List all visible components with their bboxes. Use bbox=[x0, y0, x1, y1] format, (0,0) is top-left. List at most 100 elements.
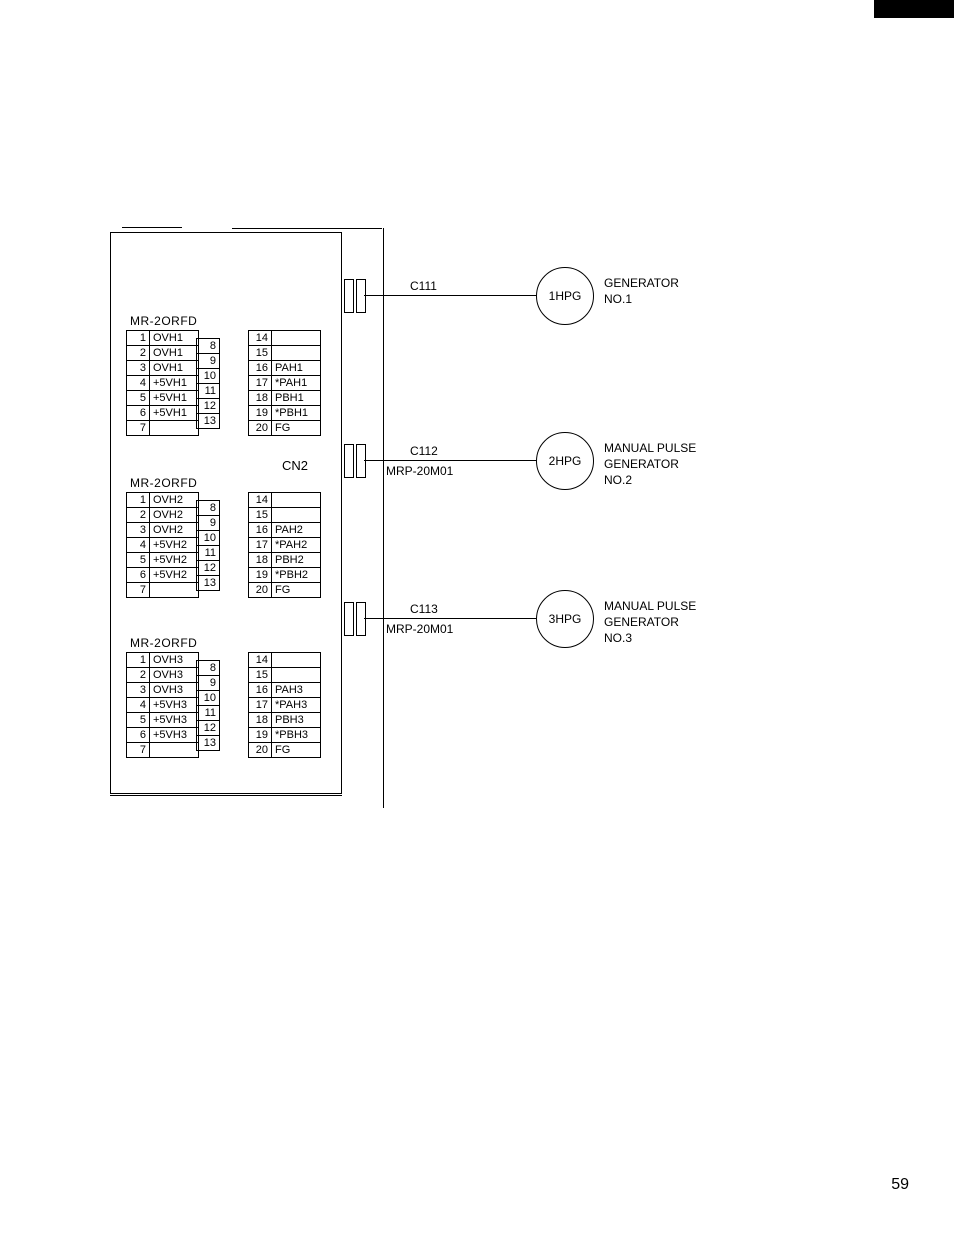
connector-title: MR-2ORFD bbox=[130, 314, 197, 328]
pin-number: 4 bbox=[127, 698, 150, 713]
pin-number: 20 bbox=[249, 583, 272, 598]
pin-number: 10 bbox=[197, 369, 220, 384]
pin-table-c: 141516PAH217*PAH218PBH219*PBH220FG bbox=[248, 492, 321, 598]
pin-number: 14 bbox=[249, 493, 272, 508]
pin-signal: *PBH1 bbox=[272, 406, 321, 421]
pin-number: 16 bbox=[249, 361, 272, 376]
pin-signal: FG bbox=[272, 421, 321, 436]
pin-table-b: 8910111213 bbox=[196, 338, 220, 429]
pin-table-c: 141516PAH317*PAH318PBH319*PBH320FG bbox=[248, 652, 321, 758]
pin-signal: *PAH2 bbox=[272, 538, 321, 553]
pin-number: 1 bbox=[127, 653, 150, 668]
pin-number: 2 bbox=[127, 668, 150, 683]
pin-number: 1 bbox=[127, 331, 150, 346]
plug-icon bbox=[356, 444, 366, 478]
pin-signal bbox=[272, 668, 321, 683]
pin-table-c: 141516PAH117*PAH118PBH119*PBH120FG bbox=[248, 330, 321, 436]
pin-signal: PBH1 bbox=[272, 391, 321, 406]
pin-number: 8 bbox=[197, 339, 220, 354]
pin-signal bbox=[272, 508, 321, 523]
pin-number: 5 bbox=[127, 391, 150, 406]
pin-signal: OVH2 bbox=[150, 508, 199, 523]
pin-number: 13 bbox=[197, 736, 220, 751]
frame-line bbox=[122, 227, 182, 228]
generator-label: MANUAL PULSEGENERATORNO.2 bbox=[604, 440, 696, 488]
generator-label: MANUAL PULSEGENERATORNO.3 bbox=[604, 598, 696, 646]
pin-signal: +5VH2 bbox=[150, 568, 199, 583]
pin-signal: +5VH2 bbox=[150, 538, 199, 553]
frame-line bbox=[383, 228, 384, 808]
pin-table-a: 1OVH12OVH13OVH14+5VH15+5VH16+5VH17 bbox=[126, 330, 199, 436]
pin-number: 3 bbox=[127, 523, 150, 538]
pin-signal: +5VH1 bbox=[150, 391, 199, 406]
pin-number: 16 bbox=[249, 523, 272, 538]
pin-signal: +5VH3 bbox=[150, 698, 199, 713]
pin-number: 1 bbox=[127, 493, 150, 508]
pin-signal: PAH1 bbox=[272, 361, 321, 376]
scan-artifact bbox=[874, 0, 954, 18]
pin-number: 16 bbox=[249, 683, 272, 698]
connector-title: MR-2ORFD bbox=[130, 476, 197, 490]
pin-signal: PBH3 bbox=[272, 713, 321, 728]
generator-label: GENERATORNO.1 bbox=[604, 275, 679, 307]
pin-table-b: 8910111213 bbox=[196, 660, 220, 751]
pin-number: 9 bbox=[197, 516, 220, 531]
cable-id: C112 bbox=[410, 444, 438, 458]
pin-number: 9 bbox=[197, 354, 220, 369]
pin-signal bbox=[272, 346, 321, 361]
pin-signal bbox=[272, 653, 321, 668]
cable-line bbox=[364, 295, 536, 296]
pin-number: 10 bbox=[197, 691, 220, 706]
pin-number: 7 bbox=[127, 583, 150, 598]
cn2-label: CN2 bbox=[282, 458, 308, 473]
plug-icon bbox=[356, 602, 366, 636]
pin-number: 5 bbox=[127, 553, 150, 568]
pin-signal: OVH2 bbox=[150, 493, 199, 508]
pin-table-a: 1OVH32OVH33OVH34+5VH35+5VH36+5VH37 bbox=[126, 652, 199, 758]
generator-circle: 1HPG bbox=[536, 267, 594, 325]
pin-number: 4 bbox=[127, 376, 150, 391]
pin-number: 5 bbox=[127, 713, 150, 728]
pin-signal: *PBH2 bbox=[272, 568, 321, 583]
pin-number: 19 bbox=[249, 568, 272, 583]
pin-number: 6 bbox=[127, 406, 150, 421]
pin-number: 11 bbox=[197, 546, 220, 561]
pin-number: 6 bbox=[127, 568, 150, 583]
pin-number: 3 bbox=[127, 683, 150, 698]
pin-number: 11 bbox=[197, 706, 220, 721]
pin-number: 2 bbox=[127, 346, 150, 361]
pin-table-b: 8910111213 bbox=[196, 500, 220, 591]
pin-number: 12 bbox=[197, 721, 220, 736]
socket-icon bbox=[344, 444, 354, 478]
pin-signal: PAH3 bbox=[272, 683, 321, 698]
pin-number: 12 bbox=[197, 399, 220, 414]
pin-number: 18 bbox=[249, 391, 272, 406]
cable-type: MRP-20M01 bbox=[386, 622, 453, 636]
pin-number: 13 bbox=[197, 576, 220, 591]
pin-number: 17 bbox=[249, 376, 272, 391]
pin-signal bbox=[272, 493, 321, 508]
pin-signal: OVH3 bbox=[150, 683, 199, 698]
connector-title: MR-2ORFD bbox=[130, 636, 197, 650]
pin-number: 19 bbox=[249, 728, 272, 743]
pin-signal: PAH2 bbox=[272, 523, 321, 538]
cable-id: C113 bbox=[410, 602, 438, 616]
page-number: 59 bbox=[891, 1176, 909, 1194]
pin-signal: +5VH2 bbox=[150, 553, 199, 568]
socket-icon bbox=[344, 279, 354, 313]
pin-signal: OVH1 bbox=[150, 331, 199, 346]
pin-number: 17 bbox=[249, 698, 272, 713]
pin-signal: OVH2 bbox=[150, 523, 199, 538]
pin-signal: OVH1 bbox=[150, 361, 199, 376]
pin-number: 14 bbox=[249, 653, 272, 668]
pin-number: 2 bbox=[127, 508, 150, 523]
pin-number: 7 bbox=[127, 743, 150, 758]
cable-line bbox=[364, 618, 536, 619]
cable-id: C111 bbox=[410, 279, 437, 293]
generator-circle: 3HPG bbox=[536, 590, 594, 648]
pin-number: 18 bbox=[249, 713, 272, 728]
pin-number: 11 bbox=[197, 384, 220, 399]
pin-number: 18 bbox=[249, 553, 272, 568]
pin-number: 20 bbox=[249, 421, 272, 436]
pin-number: 15 bbox=[249, 346, 272, 361]
